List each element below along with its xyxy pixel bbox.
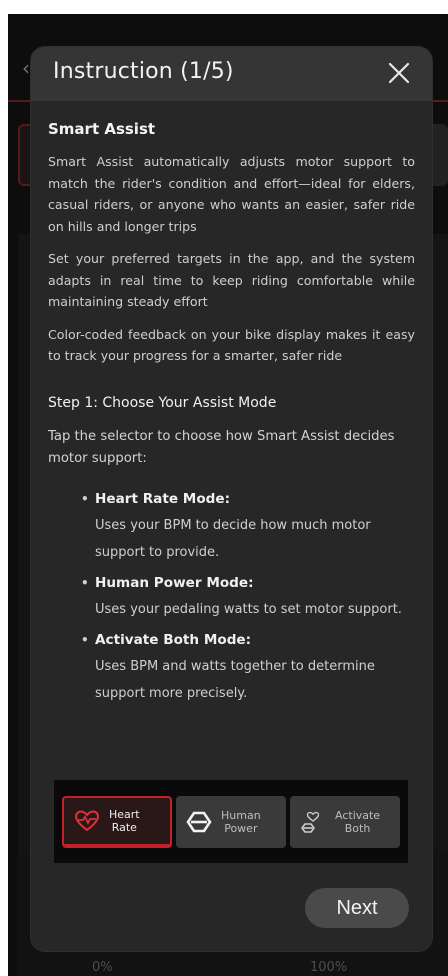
list-item: • Activate Both Mode: Uses BPM and watts …	[81, 627, 415, 707]
close-button[interactable]	[386, 60, 412, 86]
heart-rate-mode-option: Heart Rate	[62, 796, 172, 848]
description-paragraph: Smart Assist automatically adjusts motor…	[48, 154, 415, 234]
back-arrow-icon: ‹	[22, 56, 30, 80]
scale-max-label: 100%	[310, 960, 348, 975]
human-power-mode-option: Human Power	[176, 796, 286, 848]
mode-description: Uses BPM and watts together to determine…	[95, 658, 375, 701]
step-title: Step 1: Choose Your Assist Mode	[48, 394, 277, 411]
instruction-modal: Instruction (1/5) Smart Assist Smart Ass…	[31, 47, 432, 951]
selector-label: Human Power	[221, 809, 261, 835]
list-item: • Heart Rate Mode: Uses your BPM to decid…	[81, 486, 415, 566]
mode-description: Uses your pedaling watts to set motor su…	[95, 601, 402, 617]
description-paragraph: Set your preferred targets in the app, a…	[48, 251, 415, 309]
bullet-icon: •	[81, 575, 89, 590]
mode-list: • Heart Rate Mode: Uses your BPM to decid…	[48, 486, 415, 707]
assist-mode-selector-preview: Heart Rate Human Power Activate Both	[54, 780, 408, 863]
modal-title: Instruction (1/5)	[53, 59, 234, 84]
next-button[interactable]: Next	[305, 888, 409, 928]
list-item: • Human Power Mode: Uses your pedaling wa…	[81, 570, 415, 623]
bullet-icon: •	[81, 632, 89, 647]
bullet-icon: •	[81, 491, 89, 506]
selector-label: Heart Rate	[109, 808, 140, 834]
mode-name: Heart Rate Mode:	[95, 490, 231, 507]
heart-icon	[74, 810, 100, 832]
close-icon	[388, 62, 410, 84]
section-title: Smart Assist	[48, 120, 156, 138]
selector-label: Activate Both	[335, 809, 381, 835]
step-description: Tap the selector to choose how Smart Ass…	[48, 428, 395, 466]
activate-both-mode-option: Activate Both	[290, 796, 400, 848]
power-icon	[186, 811, 212, 833]
both-icon	[301, 811, 320, 833]
mode-description: Uses your BPM to decide how much motor s…	[95, 517, 371, 560]
mode-name: Human Power Mode:	[95, 574, 254, 591]
modal-header: Instruction (1/5)	[31, 47, 432, 101]
mode-name: Activate Both Mode:	[95, 631, 252, 648]
scale-min-label: 0%	[92, 960, 113, 975]
modal-body: Smart Assist Smart Assist automatically …	[31, 119, 432, 707]
description-paragraph: Color-coded feedback on your bike displa…	[48, 326, 415, 364]
